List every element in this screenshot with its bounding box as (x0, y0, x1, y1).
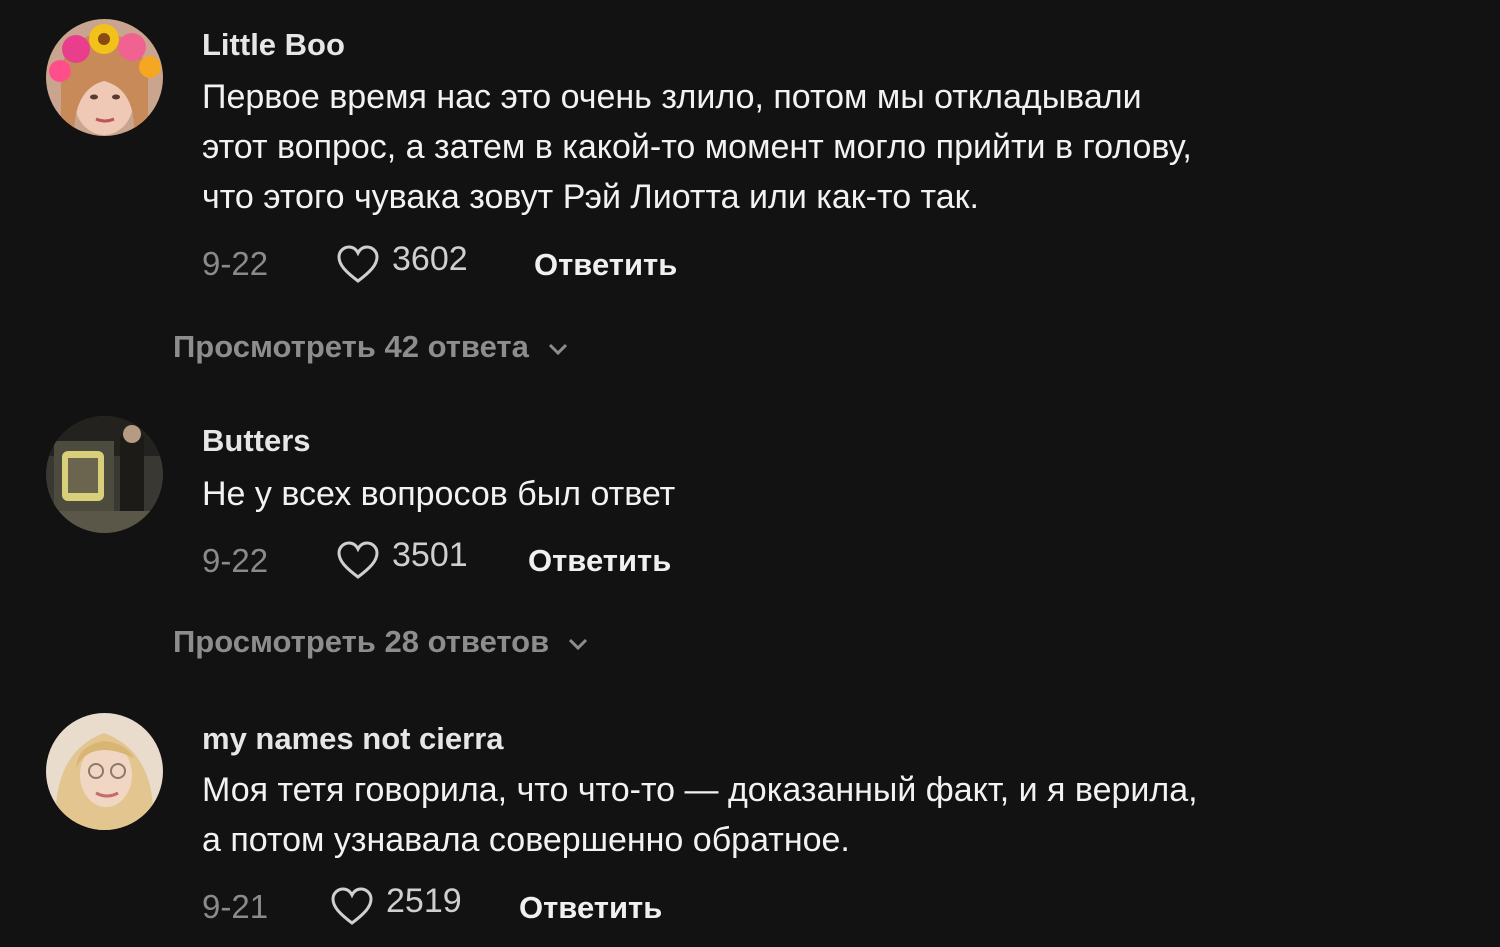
avatar-flower-crown-image (46, 19, 163, 136)
view-replies-button[interactable]: Просмотреть 28 ответов (173, 624, 589, 660)
comment-text-line: Не у всех вопросов был ответ (202, 475, 676, 513)
comment-date: 9-21 (202, 888, 269, 925)
heart-outline-icon (337, 245, 379, 283)
like-count: 2519 (386, 882, 462, 920)
heart-outline-icon (331, 887, 373, 925)
comment-text-line: Моя тетя говорила, что что-то — доказанн… (202, 771, 1198, 809)
comment-text-line: Первое время нас это очень злило, потом … (202, 78, 1142, 116)
chevron-down-icon (548, 343, 567, 355)
avatar[interactable] (46, 416, 163, 533)
comment-date: 9-22 (202, 245, 269, 282)
comment-date: 9-22 (202, 542, 269, 579)
comment-text-line: этот вопрос, а затем в какой-то момент м… (202, 128, 1192, 166)
avatar[interactable] (46, 19, 163, 136)
reply-button[interactable]: Ответить (519, 890, 662, 926)
like-count: 3602 (392, 240, 468, 278)
comment-text: Не у всех вопросов был ответ (202, 469, 675, 519)
comment-username[interactable]: Butters (202, 423, 311, 459)
view-replies-button[interactable]: Просмотреть 42 ответа (173, 329, 569, 365)
avatar[interactable] (46, 713, 163, 830)
reply-button[interactable]: Ответить (528, 543, 671, 579)
chevron-down-icon (569, 638, 588, 650)
comment-username[interactable]: my names not cierra (202, 721, 504, 757)
reply-button[interactable]: Ответить (534, 247, 677, 283)
view-replies-label: Просмотреть 42 ответа (173, 329, 529, 364)
comment-username[interactable]: Little Boo (202, 27, 345, 63)
heart-outline-icon (337, 541, 379, 579)
avatar-blonde-image (46, 713, 163, 830)
comment-text: Первое время нас это очень злило, потом … (202, 72, 1192, 222)
avatar-photo-image (46, 416, 163, 533)
comment-text-line: что этого чувака зовут Рэй Лиотта или ка… (202, 178, 979, 216)
view-replies-label: Просмотреть 28 ответов (173, 624, 550, 659)
comment-text: Моя тетя говорила, что что-то — доказанн… (202, 765, 1198, 865)
comment-text-line: а потом узнавала совершенно обратное. (202, 821, 850, 859)
like-count: 3501 (392, 536, 468, 574)
